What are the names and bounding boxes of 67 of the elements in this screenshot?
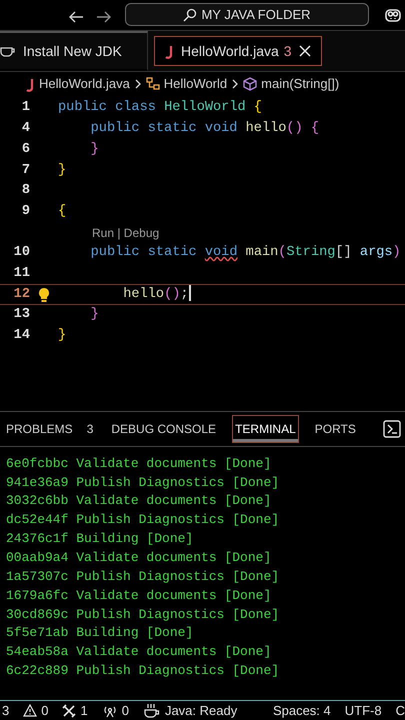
line-number: 14 (12, 327, 30, 346)
text-cursor (188, 284, 191, 301)
code-line: } (90, 306, 99, 324)
terminal-line: 3032c6bb Validate documents [Done] (6, 492, 272, 510)
code-line: } (90, 140, 99, 159)
line-number: 11 (12, 264, 30, 283)
chevron-icon (134, 78, 142, 90)
code-line: public class HelloWorld { (58, 99, 262, 118)
code-line: public static void hello() { (90, 120, 320, 138)
terminal-line: 54eab58a Validate documents [Done] (6, 643, 272, 662)
terminal-line: 24376c1f Building [Done] (6, 530, 194, 548)
status-item[interactable]: 3 (2, 700, 10, 720)
search-icon (183, 8, 198, 22)
codelens-links[interactable]: Run | Debug (92, 224, 160, 242)
panel-tab[interactable]: PROBLEMS 3 (4, 416, 96, 442)
code-line: } (58, 162, 66, 180)
terminal-line: 1a57307c Publish Diagnostics [Done] (6, 568, 280, 586)
class-icon (146, 77, 160, 91)
close-icon (298, 45, 311, 57)
terminal-line: 941e36a9 Publish Diagnostics [Done] (6, 474, 280, 492)
problem-count: 3 (284, 42, 292, 60)
line-number: 10 (12, 244, 30, 262)
panel-tab[interactable]: TERMINAL (232, 414, 299, 443)
line-number: 1 (20, 99, 30, 118)
code-line: hello(); (122, 284, 191, 304)
status-item[interactable]: Spaces: 4 (272, 700, 331, 720)
editor-tab[interactable]: Install New JDK (0, 31, 148, 71)
line-number: 12 (12, 286, 30, 304)
code-line: public static void main(String[] args) (90, 244, 401, 262)
status-item[interactable]: UTF-8 (344, 700, 382, 720)
status-item[interactable]: 0 (102, 700, 129, 720)
panel-tab[interactable]: PORTS (312, 416, 358, 442)
line-number: 7 (20, 162, 30, 180)
terminal-icon (383, 420, 401, 438)
chevron-icon (231, 78, 240, 90)
search-field[interactable]: MY JAVA FOLDER (125, 3, 369, 26)
arrow-left-icon (68, 10, 84, 24)
status-item[interactable]: 1 (62, 700, 88, 720)
line-number: 6 (20, 140, 30, 159)
breadcrumb-item[interactable]: main(String[]) (261, 74, 340, 94)
editor-tab[interactable]: HelloWorld.java 3 (154, 36, 322, 66)
terminal-line: 00aab9a4 Validate documents [Done] (6, 548, 272, 567)
status-item[interactable]: Java: Ready (142, 700, 238, 720)
code-line: } (58, 327, 66, 346)
tools-icon (62, 704, 76, 718)
line-number: 8 (20, 182, 30, 200)
breadcrumb-item[interactable]: HelloWorld (164, 74, 228, 94)
line-number: 9 (20, 203, 30, 222)
line-number: 13 (12, 306, 30, 324)
warning-icon (23, 704, 38, 717)
terminal-line: 30cd869c Publish Diagnostics [Done] (6, 606, 280, 624)
robot-icon (384, 6, 402, 24)
terminal-line: 6c22c889 Publish Diagnostics [Done] (6, 662, 280, 680)
line-number: 4 (20, 120, 30, 138)
panel-tab[interactable]: DEBUG CONSOLE (109, 416, 218, 442)
status-item[interactable]: C (396, 700, 405, 720)
terminal-line: 1679a6fc Validate documents [Done] (6, 586, 272, 605)
error-underline: void (204, 244, 238, 260)
terminal-line: dc52e44f Publish Diagnostics [Done] (6, 511, 280, 530)
cube-icon (243, 77, 258, 91)
breadcrumb-item[interactable]: HelloWorld.java (39, 74, 130, 94)
status-item[interactable]: 0 (23, 700, 48, 720)
arrow-right-icon (96, 10, 112, 24)
code-line: { (58, 203, 66, 222)
terminal-line: 5f5e71ab Building [Done] (6, 624, 194, 642)
terminal-line: 6e0fcbbc Validate documents [Done] (6, 454, 272, 473)
cup-icon (142, 702, 161, 718)
